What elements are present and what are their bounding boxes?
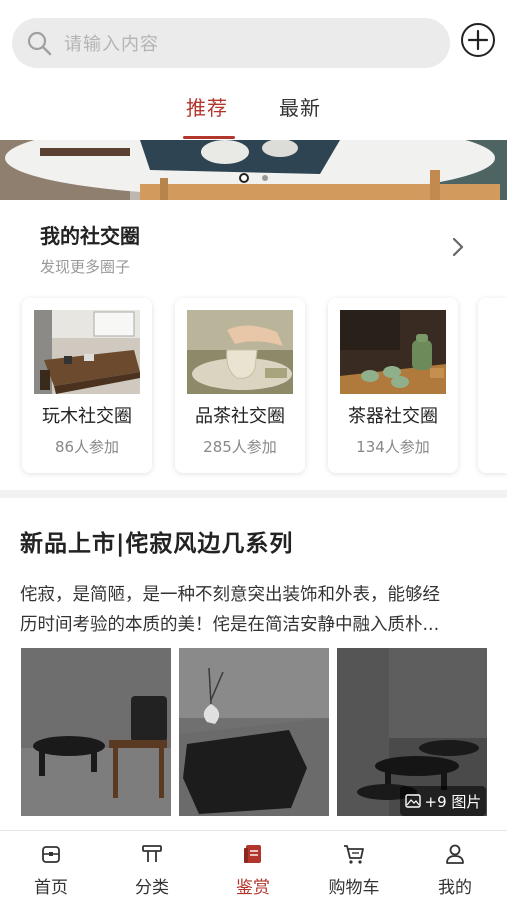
tab-indicator <box>183 136 235 139</box>
nav-label: 购物车 <box>328 878 380 898</box>
circle-card-tea[interactable]: 品茶社交圈 285人参加 <box>175 298 305 473</box>
banner-image <box>0 140 507 200</box>
circle-card-wood[interactable]: 玩木社交圈 86人参加 <box>22 298 152 473</box>
image-icon <box>404 794 421 808</box>
category-icon <box>142 845 162 862</box>
banner-carousel[interactable] <box>0 140 507 200</box>
circle-card-partial[interactable] <box>478 298 507 473</box>
more-photos-label: +9 图片 <box>424 792 482 811</box>
carousel-dot-active <box>239 173 249 183</box>
circle-name: 茶器社交圈 <box>348 406 438 427</box>
circle-thumb-teaware <box>340 310 446 394</box>
circle-members: 86人参加 <box>54 438 120 456</box>
nav-appreciate[interactable]: 鉴赏 <box>203 831 303 900</box>
search-placeholder: 请输入内容 <box>64 34 159 55</box>
bottom-nav: 首页 分类 鉴赏 购物车 我的 <box>0 830 507 900</box>
tab-recommend[interactable]: 推荐 <box>186 92 228 121</box>
carousel-dot <box>262 175 268 181</box>
feed-tabs: 推荐 最新 <box>0 84 507 140</box>
social-subtitle[interactable]: 发现更多圈子 <box>40 256 130 277</box>
article-excerpt-line: 历时间考验的本质的美！侘是在简洁安静中融入质朴... <box>20 615 440 635</box>
appreciate-icon <box>244 845 261 863</box>
social-title: 我的社交圈 <box>40 224 140 248</box>
nav-label: 首页 <box>34 878 68 898</box>
search-icon <box>27 31 52 56</box>
circle-name: 玩木社交圈 <box>42 406 132 427</box>
section-divider <box>0 490 507 498</box>
search-input[interactable]: 请输入内容 <box>12 18 450 68</box>
tab-latest[interactable]: 最新 <box>279 92 321 121</box>
nav-label: 鉴赏 <box>236 878 270 898</box>
nav-label: 分类 <box>135 878 169 898</box>
plus-circle-icon[interactable] <box>460 22 496 58</box>
circle-card-teaware[interactable]: 茶器社交圈 134人参加 <box>328 298 458 473</box>
nav-cart[interactable]: 购物车 <box>304 831 404 900</box>
nav-label: 我的 <box>438 878 472 898</box>
search-row: 请输入内容 <box>0 0 507 84</box>
more-photos-badge[interactable]: +9 图片 <box>400 786 486 816</box>
article-title[interactable]: 新品上市|侘寂风边几系列 <box>20 524 293 558</box>
circle-name: 品茶社交圈 <box>195 406 285 427</box>
article-excerpt[interactable]: 侘寂，是简陋，是一种不刻意突出装饰和外表，能够经 历时间考验的本质的美！侘是在简… <box>20 580 490 640</box>
article-photo-2[interactable] <box>179 648 329 816</box>
nav-category[interactable]: 分类 <box>102 831 202 900</box>
chevron-right-icon[interactable] <box>450 236 466 258</box>
circle-thumb-tea <box>187 310 293 394</box>
home-icon <box>42 846 60 863</box>
circle-thumb-wood <box>34 310 140 394</box>
circle-members: 285人参加 <box>203 438 277 456</box>
nav-home[interactable]: 首页 <box>1 831 101 900</box>
article-excerpt-line: 侘寂，是简陋，是一种不刻意突出装饰和外表，能够经 <box>20 585 440 605</box>
nav-profile[interactable]: 我的 <box>405 831 505 900</box>
circle-members: 134人参加 <box>356 438 430 456</box>
article-photo-1[interactable] <box>21 648 171 816</box>
cart-icon <box>344 845 364 864</box>
user-icon <box>446 844 464 864</box>
